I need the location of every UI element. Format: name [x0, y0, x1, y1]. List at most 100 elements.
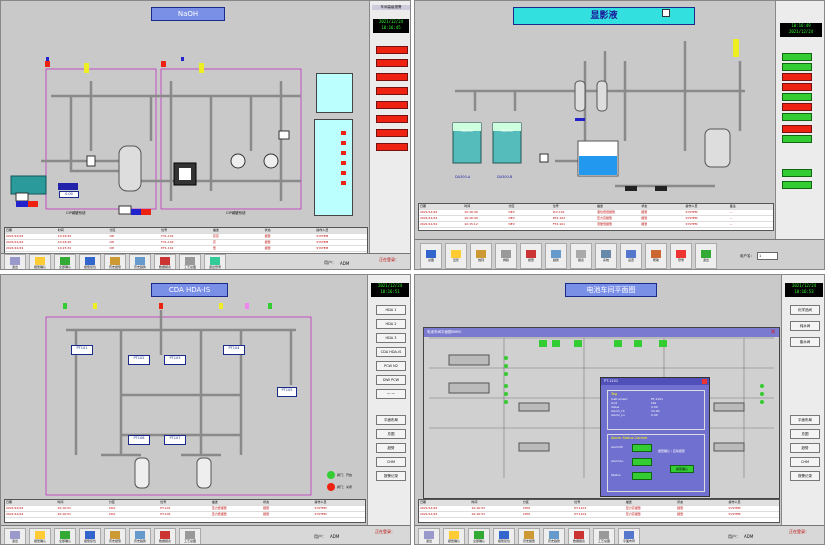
nav-system[interactable]: 系统 — [595, 243, 617, 269]
history-alarm-button[interactable]: 历史报警 — [104, 527, 126, 544]
nav-login[interactable]: 登录 — [670, 243, 692, 269]
ack-all-button[interactable]: 全部确认 — [54, 527, 76, 544]
clock-display: 2021/12/24 10:16:45 — [373, 19, 409, 33]
table-row[interactable]: 2021/12/24 10:15:12 DEV FT2-101 流量低报警 报警 SYSTE… — [419, 222, 773, 228]
alarm-button-6[interactable] — [376, 115, 408, 123]
nav-hda-2[interactable]: HDA 2 — [376, 319, 406, 329]
overview-button[interactable]: 工艺总图 — [179, 254, 201, 269]
nav-trend[interactable]: 趋势 — [790, 443, 820, 453]
nav-chm[interactable]: CHM — [376, 457, 406, 467]
nav-etch[interactable]: 蚀刻 — [470, 243, 492, 269]
alarm-button-5[interactable] — [376, 101, 408, 109]
nav-diw[interactable]: DIW PCW — [376, 375, 406, 385]
nav-trend[interactable]: 趋势 — [545, 243, 567, 269]
nav-sidebar: 2021/12/24 10:16:53 化学品间 纯水间 废水间 平面布局 总图 … — [781, 275, 824, 544]
history-alarm-button[interactable]: 历史报警 — [104, 254, 126, 269]
status-ok-6[interactable] — [782, 169, 812, 177]
nav-alarm[interactable]: 报警 — [520, 243, 542, 269]
nav-chm[interactable]: CHM — [790, 457, 820, 467]
report-button[interactable]: 数据报表 — [154, 527, 176, 544]
alarm-table: 日期 时间 分区 位号 描述 状态 操作人员 2021/12/24 10:16:53 CHM PT… — [418, 499, 780, 523]
status-ok-2[interactable] — [782, 63, 812, 71]
nav-misc[interactable]: 一 一 — [376, 389, 406, 399]
nav-report[interactable]: 报表 — [570, 243, 592, 269]
nav-cda[interactable]: CDA HDA-IS — [376, 347, 406, 357]
popup-close-icon[interactable] — [702, 379, 707, 384]
status-indicator — [632, 472, 652, 480]
nav-overview[interactable]: 总图 — [420, 243, 442, 269]
report-button[interactable]: 数据报表 — [154, 254, 176, 269]
popup-checkbox[interactable]: 报警确认 / 自动报警 — [658, 449, 685, 453]
alarm-reset-button[interactable]: 报警复位 — [79, 527, 101, 544]
alarm-button-1[interactable] — [376, 46, 408, 54]
history-trend-button[interactable]: 历史趋势 — [129, 254, 151, 269]
status-alarm-1[interactable] — [782, 73, 812, 81]
alarm-ack-button[interactable]: 报警确认 — [443, 527, 465, 544]
nav-hda-3[interactable]: HDA 3 — [376, 333, 406, 343]
exit-button[interactable]: 退出 — [4, 527, 26, 544]
exit-button[interactable]: 退出 — [418, 527, 440, 544]
panel-naoh: NaOH 0.00 CIP碱罐系统 CIP碱罐系统 车间高级报警 2021/12… — [0, 0, 411, 270]
nav-waste-room[interactable]: 废水间 — [790, 337, 820, 347]
nav-trend[interactable]: 趋势 — [376, 443, 406, 453]
layout-button[interactable]: 平面布局 — [618, 527, 640, 544]
nav-pcw[interactable]: PCW N2 — [376, 361, 406, 371]
status-ok-4[interactable] — [782, 113, 812, 121]
alarm-ack-button[interactable]: 报警确认 — [29, 254, 51, 269]
report-button[interactable]: 数据报表 — [568, 527, 590, 544]
table-row[interactable]: 2021/12/24 10:16:51 CDA PT-102 压力低报警 报警 SYSTEM — [5, 512, 365, 518]
alarm-button-8[interactable] — [376, 143, 408, 151]
popup-ack-button[interactable]: 报警确认 — [670, 465, 694, 473]
status-alarm-3[interactable] — [782, 103, 812, 111]
alarm-reset-button[interactable]: 报警复位 — [79, 254, 101, 269]
table-row[interactable]: 2021/12/24 10:15:32 CIP PT1-101 低报警 SYSTEM — [5, 246, 367, 252]
nav-developer[interactable]: 显影 — [445, 243, 467, 269]
user-label: 用户： — [314, 533, 326, 539]
nav-water-room[interactable]: 纯水间 — [790, 321, 820, 331]
popup-tag-section: Tag Instrument PT-1101 Unit kPa Value 0.00 … — [607, 390, 705, 430]
nav-hda-1[interactable]: HDA 1 — [376, 305, 406, 315]
nav-settings[interactable]: 设置 — [620, 243, 642, 269]
user-label: 用户： — [728, 533, 740, 539]
clock-display: 2021/12/24 10:16:51 — [371, 283, 409, 297]
nav-strip[interactable]: 剥膜 — [495, 243, 517, 269]
logout-button[interactable]: 退出登录 — [204, 254, 226, 269]
alarm-button-2[interactable] — [376, 59, 408, 67]
overview-button[interactable]: 工艺总图 — [593, 527, 615, 544]
pt107-readout: PT107 — [164, 435, 186, 445]
status-ok-3[interactable] — [782, 93, 812, 101]
history-alarm-button[interactable]: 历史报警 — [518, 527, 540, 544]
exit-button[interactable]: 退出 — [4, 254, 26, 269]
nav-help[interactable]: 帮助 — [645, 243, 667, 269]
nav-overview[interactable]: 总图 — [790, 429, 820, 439]
ack-all-button[interactable]: 全部确认 — [54, 254, 76, 269]
alarm-button-7[interactable] — [376, 129, 408, 137]
status-ok-1[interactable] — [782, 53, 812, 61]
alarm-ack-button[interactable]: 报警确认 — [29, 527, 51, 544]
alarm-sidebar: 车间高级报警 2021/12/24 10:16:45 — [369, 1, 410, 269]
status-alarm-4[interactable] — [782, 125, 812, 133]
status-ok-5[interactable] — [782, 135, 812, 143]
history-trend-button[interactable]: 历史趋势 — [129, 527, 151, 544]
alarm-reset-button[interactable]: 报警复位 — [493, 527, 515, 544]
nav-alarm-log[interactable]: 报警记录 — [790, 471, 820, 481]
nav-layout[interactable]: 平面布局 — [790, 415, 820, 425]
tank-a-label: DA300 — [461, 129, 473, 133]
alarm-button-3[interactable] — [376, 73, 408, 81]
ack-all-button[interactable]: 全部确认 — [468, 527, 490, 544]
user-value: ADM — [340, 260, 350, 266]
table-row[interactable]: 2021/12/24 10:16:53 CHM PT-1102 压力高报警 报警 SYSTE… — [419, 512, 779, 518]
alarm-button-4[interactable] — [376, 87, 408, 95]
nav-alarm-log[interactable]: 报警记录 — [376, 471, 406, 481]
history-trend-button[interactable]: 历史趋势 — [543, 527, 565, 544]
login-status: 正在登录： — [789, 529, 809, 534]
status-ok-7[interactable] — [782, 181, 812, 189]
status-alarm-2[interactable] — [782, 83, 812, 91]
nav-exit[interactable]: 退出 — [695, 243, 717, 269]
overview-button[interactable]: 工艺总图 — [179, 527, 201, 544]
nav-overview[interactable]: 总图 — [376, 429, 406, 439]
user-name-input[interactable]: 1 — [757, 252, 778, 260]
nav-chem-room[interactable]: 化学品间 — [790, 305, 820, 315]
nav-layout[interactable]: 平面布局 — [376, 415, 406, 425]
bottom-toolbar: 退出 报警确认 全部确认 报警复位 历史报警 历史趋势 数据报表 工艺总图 退出… — [1, 253, 410, 269]
